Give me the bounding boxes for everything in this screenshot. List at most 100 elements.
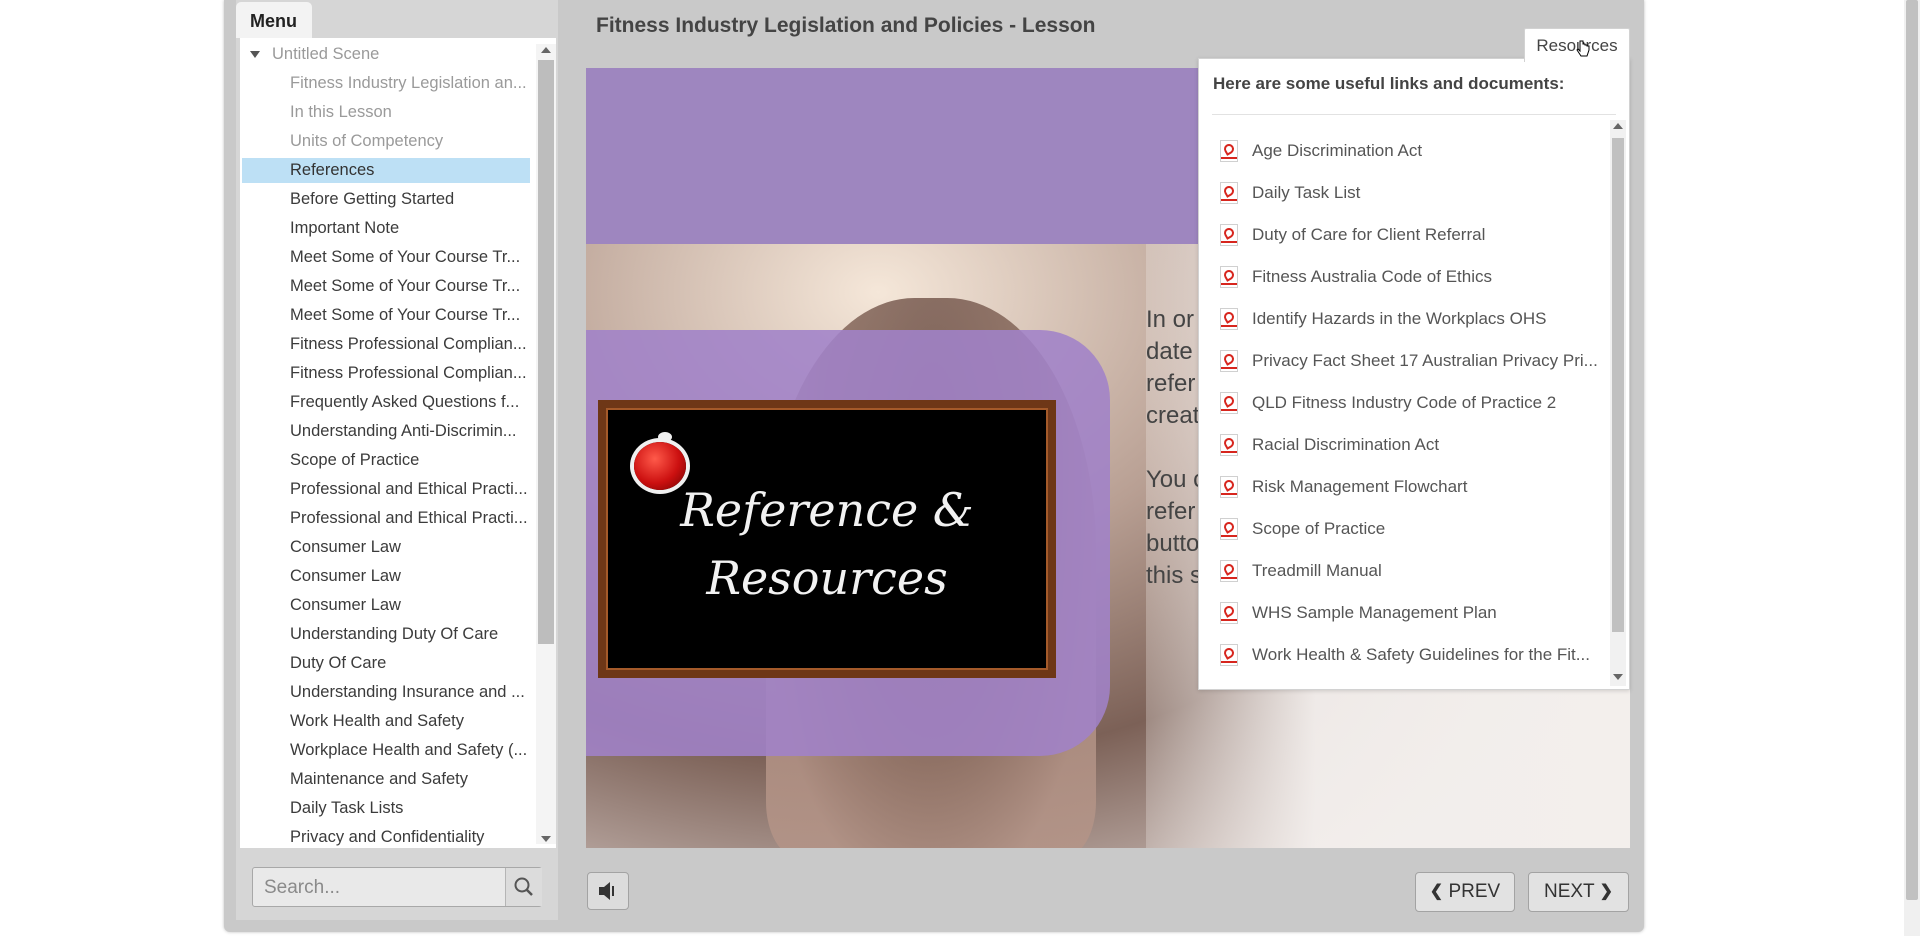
resources-scroll-up-icon[interactable]: [1613, 123, 1623, 129]
resource-link[interactable]: Scope of Practice: [1212, 514, 1608, 544]
slide-text-7: butto: [1146, 530, 1200, 557]
menu-item[interactable]: Meet Some of Your Course Tr...: [242, 245, 530, 270]
menu-item[interactable]: Meet Some of Your Course Tr...: [242, 303, 530, 328]
resource-link[interactable]: Racial Discrimination Act: [1212, 430, 1608, 460]
chalkboard-title: Reference & Resources: [606, 476, 1048, 612]
menu-item[interactable]: Scope of Practice: [242, 448, 530, 473]
menu-item[interactable]: Understanding Duty Of Care: [242, 622, 530, 647]
resource-link[interactable]: Privacy Fact Sheet 17 Australian Privacy…: [1212, 346, 1608, 376]
menu-item[interactable]: Duty Of Care: [242, 651, 530, 676]
resources-scroll-down-icon[interactable]: [1613, 674, 1623, 680]
menu-item[interactable]: Units of Competency: [242, 129, 530, 154]
prev-label: PREV: [1448, 881, 1501, 902]
menu-tab[interactable]: Menu: [236, 2, 312, 38]
slide-text-8: this s: [1146, 562, 1203, 589]
resource-label: Work Health & Safety Guidelines for the …: [1252, 645, 1590, 664]
pdf-icon: [1220, 434, 1238, 456]
pdf-icon: [1220, 518, 1238, 540]
chalkboard-image: Reference & Resources: [598, 400, 1056, 678]
resources-scroll-thumb[interactable]: [1612, 138, 1624, 632]
scene-label: Untitled Scene: [272, 45, 380, 63]
search-input[interactable]: [254, 869, 514, 907]
menu-item[interactable]: Understanding Insurance and ...: [242, 680, 530, 705]
menu-item[interactable]: Professional and Ethical Practi...: [242, 506, 530, 531]
resource-link[interactable]: QLD Fitness Industry Code of Practice 2: [1212, 388, 1608, 418]
resource-label: Fitness Australia Code of Ethics: [1252, 267, 1493, 286]
next-label: NEXT: [1543, 881, 1595, 902]
pdf-icon: [1220, 266, 1238, 288]
resources-divider: [1212, 114, 1616, 115]
resources-heading: Here are some useful links and documents…: [1213, 74, 1565, 93]
menu-item[interactable]: Privacy and Confidentiality: [242, 825, 530, 848]
menu-item[interactable]: Workplace Health and Safety (...: [242, 738, 530, 763]
resource-link[interactable]: Duty of Care for Client Referral: [1212, 220, 1608, 250]
resource-label: QLD Fitness Industry Code of Practice 2: [1252, 393, 1557, 412]
caret-down-icon[interactable]: [250, 51, 260, 58]
lesson-title: Fitness Industry Legislation and Policie…: [596, 14, 1096, 37]
menu-item[interactable]: In this Lesson: [242, 100, 530, 125]
resource-label: Racial Discrimination Act: [1252, 435, 1440, 454]
menu-item[interactable]: Fitness Professional Complian...: [242, 361, 530, 386]
apple-leaf: [658, 432, 672, 442]
resource-link[interactable]: [1212, 682, 1608, 686]
pdf-icon: [1220, 140, 1238, 162]
menu-item[interactable]: Fitness Industry Legislation an...: [242, 71, 530, 96]
menu-item[interactable]: Fitness Professional Complian...: [242, 332, 530, 357]
resource-label: Risk Management Flowchart: [1252, 477, 1468, 496]
slide-text-6: refer: [1146, 498, 1196, 525]
menu-item[interactable]: Daily Task Lists: [242, 796, 530, 821]
menu-item[interactable]: Professional and Ethical Practi...: [242, 477, 530, 502]
chalkboard-line2: Resources: [706, 551, 948, 605]
next-button[interactable]: NEXT ❯: [1528, 872, 1629, 912]
resource-link[interactable]: Daily Task List: [1212, 178, 1608, 208]
resource-label: Daily Task List: [1252, 183, 1361, 202]
page-scroll-thumb[interactable]: [1906, 0, 1918, 900]
pdf-icon: [1220, 308, 1238, 330]
mute-button[interactable]: [587, 872, 629, 910]
resource-label: Identify Hazards in the Workplacs OHS: [1252, 309, 1547, 328]
menu-item[interactable]: Meet Some of Your Course Tr...: [242, 274, 530, 299]
menu-scroll-thumb[interactable]: [538, 60, 554, 644]
pdf-icon: [1220, 182, 1238, 204]
pdf-icon: [1220, 350, 1238, 372]
resource-link[interactable]: Age Discrimination Act: [1212, 136, 1608, 166]
pdf-icon: [1220, 476, 1238, 498]
search-button[interactable]: [505, 868, 542, 906]
resource-link[interactable]: Fitness Australia Code of Ethics: [1212, 262, 1608, 292]
menu-item[interactable]: Consumer Law: [242, 564, 530, 589]
menu-item[interactable]: Understanding Anti-Discrimin...: [242, 419, 530, 444]
menu-item[interactable]: References: [242, 158, 530, 183]
pdf-icon: [1220, 560, 1238, 582]
resource-label: Treadmill Manual: [1252, 561, 1382, 580]
resource-link[interactable]: Treadmill Manual: [1212, 556, 1608, 586]
menu-item[interactable]: Frequently Asked Questions f...: [242, 390, 530, 415]
search-icon: [514, 877, 533, 896]
resource-label: Scope of Practice: [1252, 519, 1386, 538]
menu-tree: Untitled Scene Fitness Industry Legislat…: [240, 38, 556, 848]
slide-text-2: date: [1146, 338, 1193, 365]
prev-button[interactable]: ❮ PREV: [1415, 872, 1515, 912]
resource-label: Duty of Care for Client Referral: [1252, 225, 1486, 244]
resource-link[interactable]: WHS Sample Management Plan: [1212, 598, 1608, 628]
menu-item[interactable]: Consumer Law: [242, 535, 530, 560]
resource-link[interactable]: Work Health & Safety Guidelines for the …: [1212, 640, 1608, 670]
menu-item[interactable]: Important Note: [242, 216, 530, 241]
resources-list: Age Discrimination Act Daily Task List Dut…: [1212, 120, 1608, 686]
chevron-left-icon: ❮: [1429, 883, 1444, 900]
resource-link[interactable]: Risk Management Flowchart: [1212, 472, 1608, 502]
menu-item[interactable]: Before Getting Started: [242, 187, 530, 212]
scroll-up-icon[interactable]: [541, 47, 551, 53]
menu-item[interactable]: Consumer Law: [242, 593, 530, 618]
scroll-down-icon[interactable]: [541, 836, 551, 842]
resource-link[interactable]: Identify Hazards in the Workplacs OHS: [1212, 304, 1608, 334]
resource-label: Privacy Fact Sheet 17 Australian Privacy…: [1252, 351, 1598, 370]
chalkboard-line1: Reference &: [680, 483, 974, 537]
tree-scene[interactable]: Untitled Scene: [242, 42, 530, 67]
slide-text-4: creat: [1146, 402, 1200, 429]
hand-cursor-icon: [1576, 40, 1590, 57]
menu-item[interactable]: Maintenance and Safety: [242, 767, 530, 792]
menu-item[interactable]: Work Health and Safety: [242, 709, 530, 734]
pdf-icon: [1220, 644, 1238, 666]
slide-text-1: In or: [1146, 306, 1195, 333]
slide-text-3: refer: [1146, 370, 1196, 397]
